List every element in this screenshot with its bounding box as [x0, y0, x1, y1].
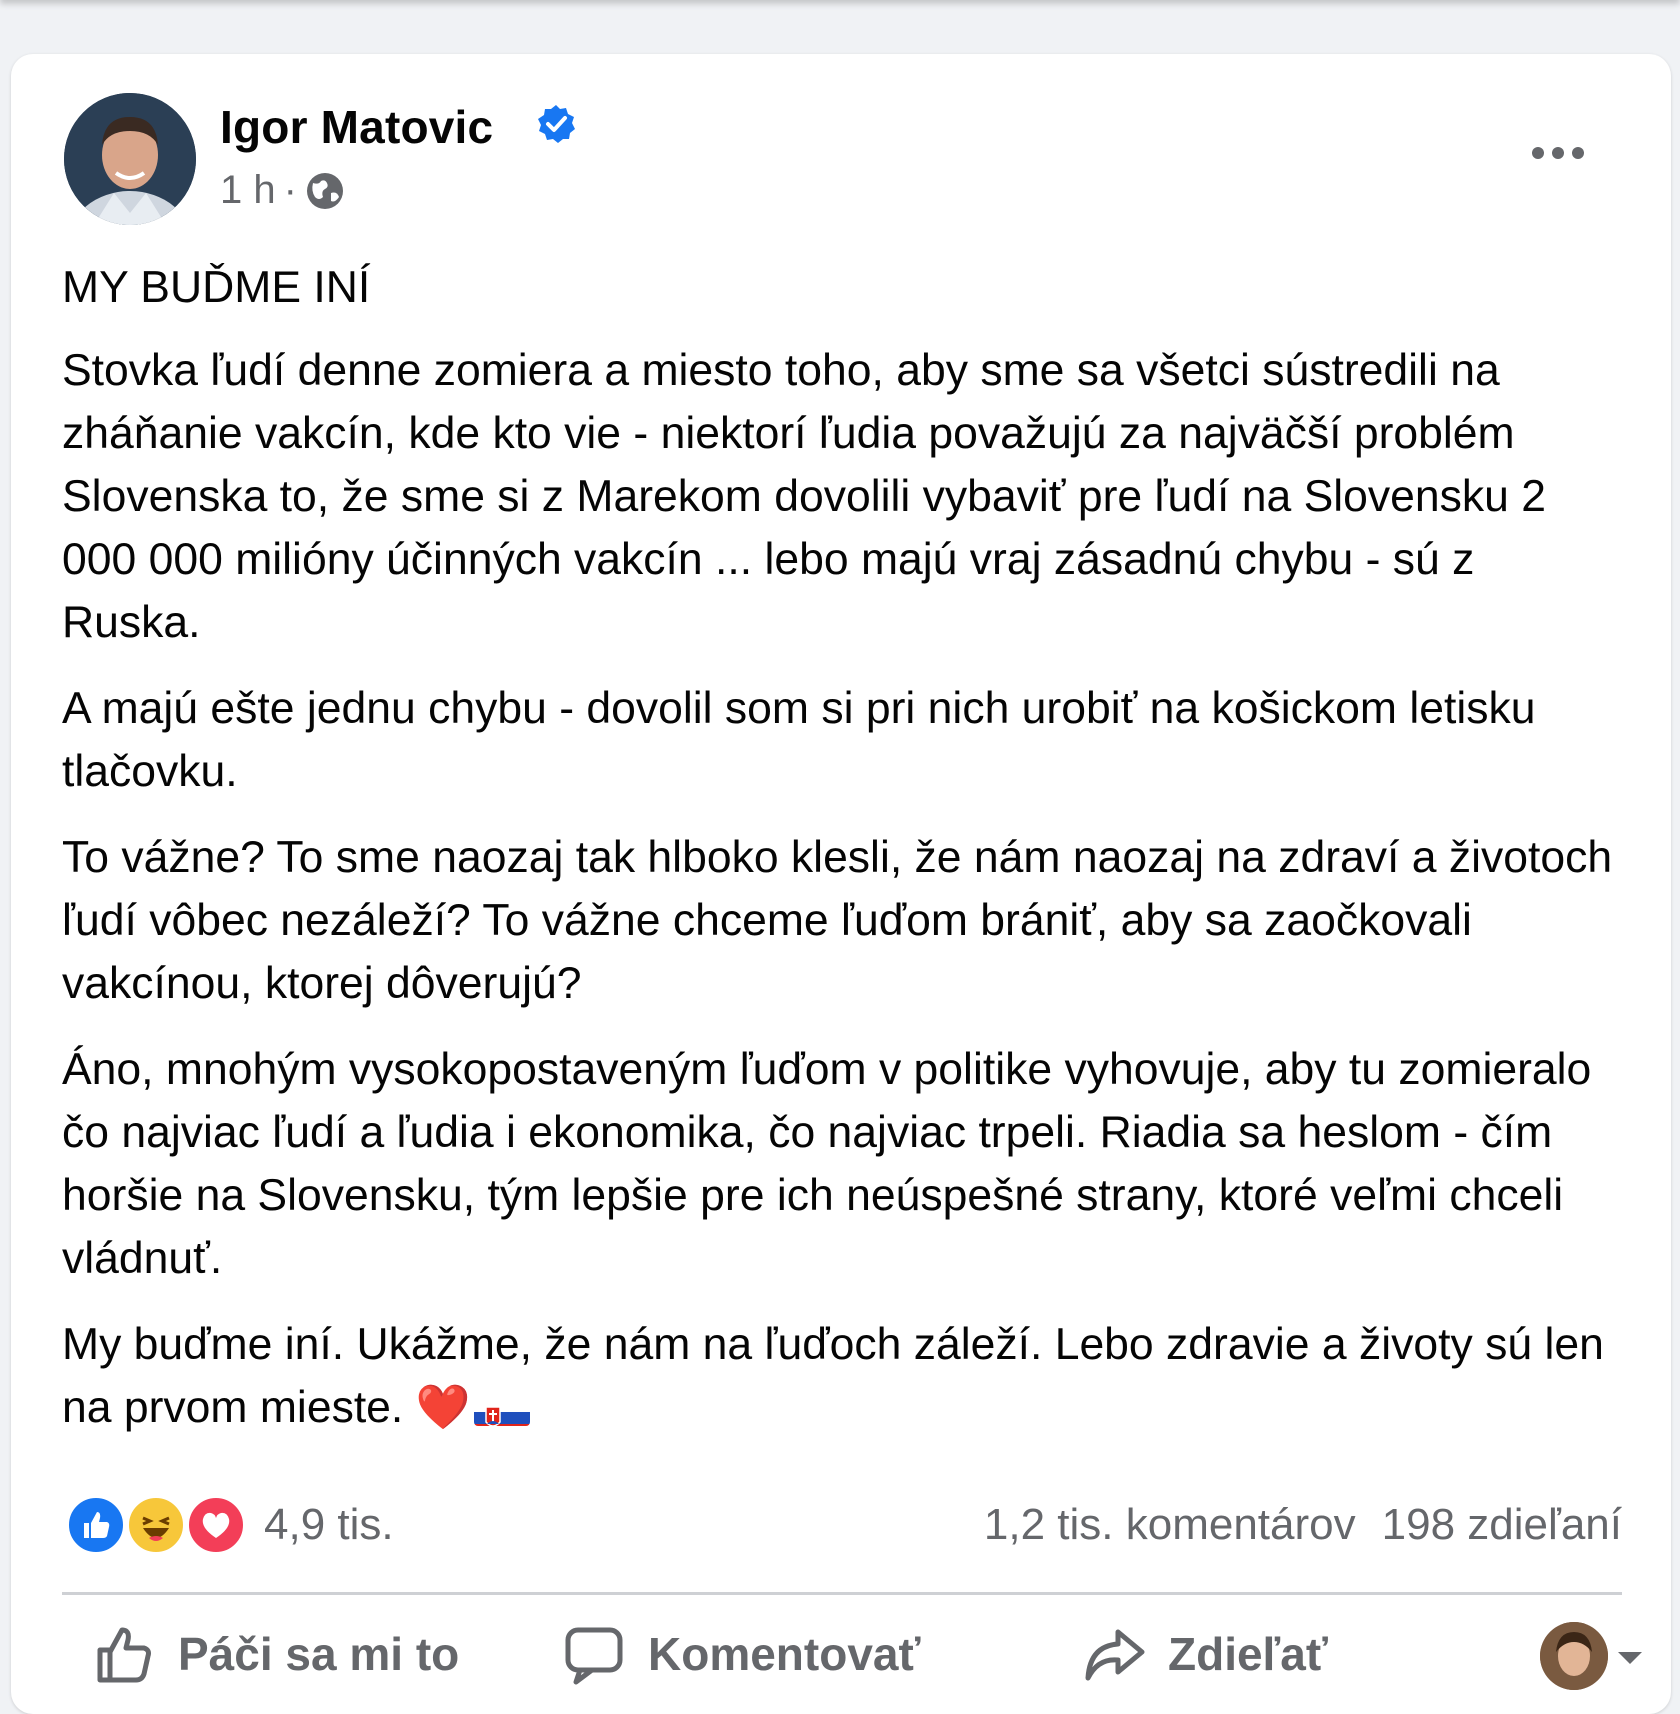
like-button[interactable]: Páči sa mi to	[92, 1622, 459, 1686]
reactions-count[interactable]: 4,9 tis.	[264, 1500, 394, 1550]
comment-button-label: Komentovať	[648, 1628, 921, 1680]
comments-count[interactable]: 1,2 tis. komentárov	[984, 1500, 1356, 1550]
chevron-down-icon[interactable]	[1618, 1652, 1642, 1664]
post-title: MY BUĎME INÍ	[62, 263, 371, 312]
actions-divider	[62, 1592, 1622, 1595]
reaction-icons[interactable]	[66, 1495, 254, 1555]
heart-emoji: ❤️	[415, 1383, 471, 1432]
share-button[interactable]: Zdieľať	[1082, 1622, 1328, 1686]
post-paragraph-2: A majú ešte jednu chybu - dovolil som si…	[62, 684, 1536, 796]
meta-separator: ·	[283, 168, 297, 212]
reactions-bar: 4,9 tis. 1,2 tis. komentárov 198 zdieľan…	[66, 1495, 1622, 1555]
closing-text: My buďme iní. Ukážme, že nám na ľuďoch z…	[62, 1320, 1604, 1432]
action-bar: Páči sa mi to Komentovať Zdieľať	[62, 1622, 1642, 1692]
comment-icon	[565, 1627, 623, 1685]
like-reaction-icon	[66, 1495, 126, 1555]
post-paragraph-4: Áno, mnohým vysokopostaveným ľuďom v pol…	[62, 1045, 1592, 1283]
comment-button[interactable]: Komentovať	[562, 1622, 921, 1686]
like-button-label: Páči sa mi to	[178, 1628, 460, 1680]
post-paragraph-1: Stovka ľudí denne zomiera a miesto toho,…	[62, 346, 1546, 647]
thumbs-up-icon	[97, 1627, 151, 1683]
shares-count[interactable]: 198 zdieľaní	[1382, 1500, 1622, 1550]
verified-badge-icon	[538, 105, 575, 143]
post-meta: 1 h ·	[220, 168, 345, 213]
author-avatar[interactable]	[64, 93, 196, 225]
globe-icon[interactable]	[305, 171, 345, 211]
post-body: MY BUĎME INÍ Stovka ľudí denne zomiera a…	[62, 256, 1622, 1462]
love-reaction-icon	[186, 1495, 246, 1555]
more-options-icon[interactable]	[1528, 138, 1588, 168]
slovak-flag-icon	[474, 1390, 531, 1426]
haha-reaction-icon	[126, 1495, 186, 1555]
author-name[interactable]: Igor Matovic	[220, 100, 493, 154]
share-button-label: Zdieľať	[1168, 1628, 1328, 1680]
share-icon	[1085, 1629, 1145, 1681]
post-closing: My buďme iní. Ukážme, že nám na ľuďoch z…	[62, 1313, 1622, 1439]
post-time[interactable]: 1 h	[220, 168, 276, 213]
engagement-counts: 1,2 tis. komentárov 198 zdieľaní	[984, 1500, 1622, 1550]
post-paragraph-3: To vážne? To sme naozaj tak hlboko klesl…	[62, 833, 1613, 1008]
